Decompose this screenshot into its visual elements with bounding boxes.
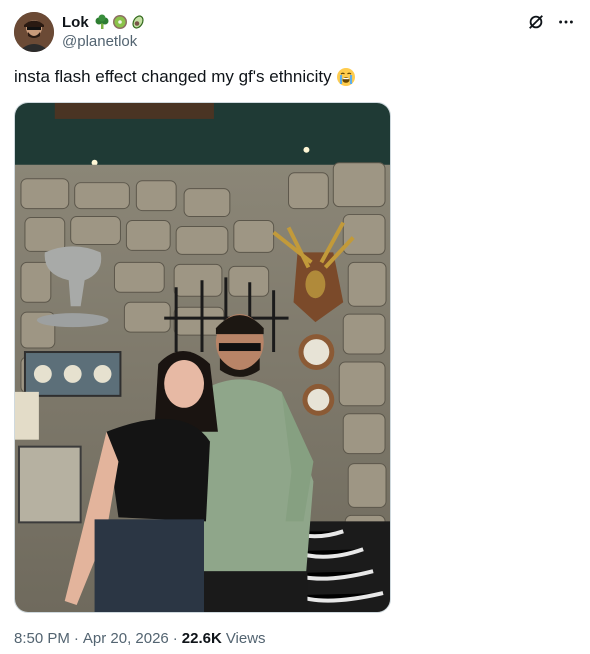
avatar[interactable]	[14, 12, 54, 52]
broccoli-icon	[94, 14, 110, 30]
avatar-image	[14, 12, 54, 52]
name-row: Lok	[62, 12, 146, 32]
tweet-body: insta flash effect changed my gf's ethni…	[14, 67, 332, 86]
display-name[interactable]: Lok	[62, 14, 89, 31]
loudly-crying-face-icon	[336, 67, 356, 87]
tweet-date[interactable]: Apr 20, 2026	[83, 630, 169, 647]
grok-icon[interactable]	[526, 12, 546, 32]
views-label: Views	[225, 630, 266, 647]
meta-separator: ·	[73, 630, 79, 647]
photo-image	[15, 103, 390, 612]
tweet-text: insta flash effect changed my gf's ethni…	[14, 66, 356, 88]
top-actions	[526, 12, 576, 32]
more-icon[interactable]	[556, 12, 576, 32]
avocado-icon	[130, 14, 146, 30]
views-count[interactable]: 22.6K	[182, 630, 222, 647]
author-handle[interactable]: @planetlok	[62, 33, 137, 50]
kiwi-icon	[112, 14, 128, 30]
tweet-photo[interactable]	[14, 102, 391, 613]
badge-emojis	[94, 14, 146, 30]
tweet-meta: 8:50 PM · Apr 20, 2026 · 22.6K Views	[14, 630, 266, 647]
meta-separator: ·	[172, 630, 178, 647]
tweet[interactable]: Lok @planetlok insta flash effect change…	[0, 0, 590, 654]
tweet-time[interactable]: 8:50 PM	[14, 630, 70, 647]
